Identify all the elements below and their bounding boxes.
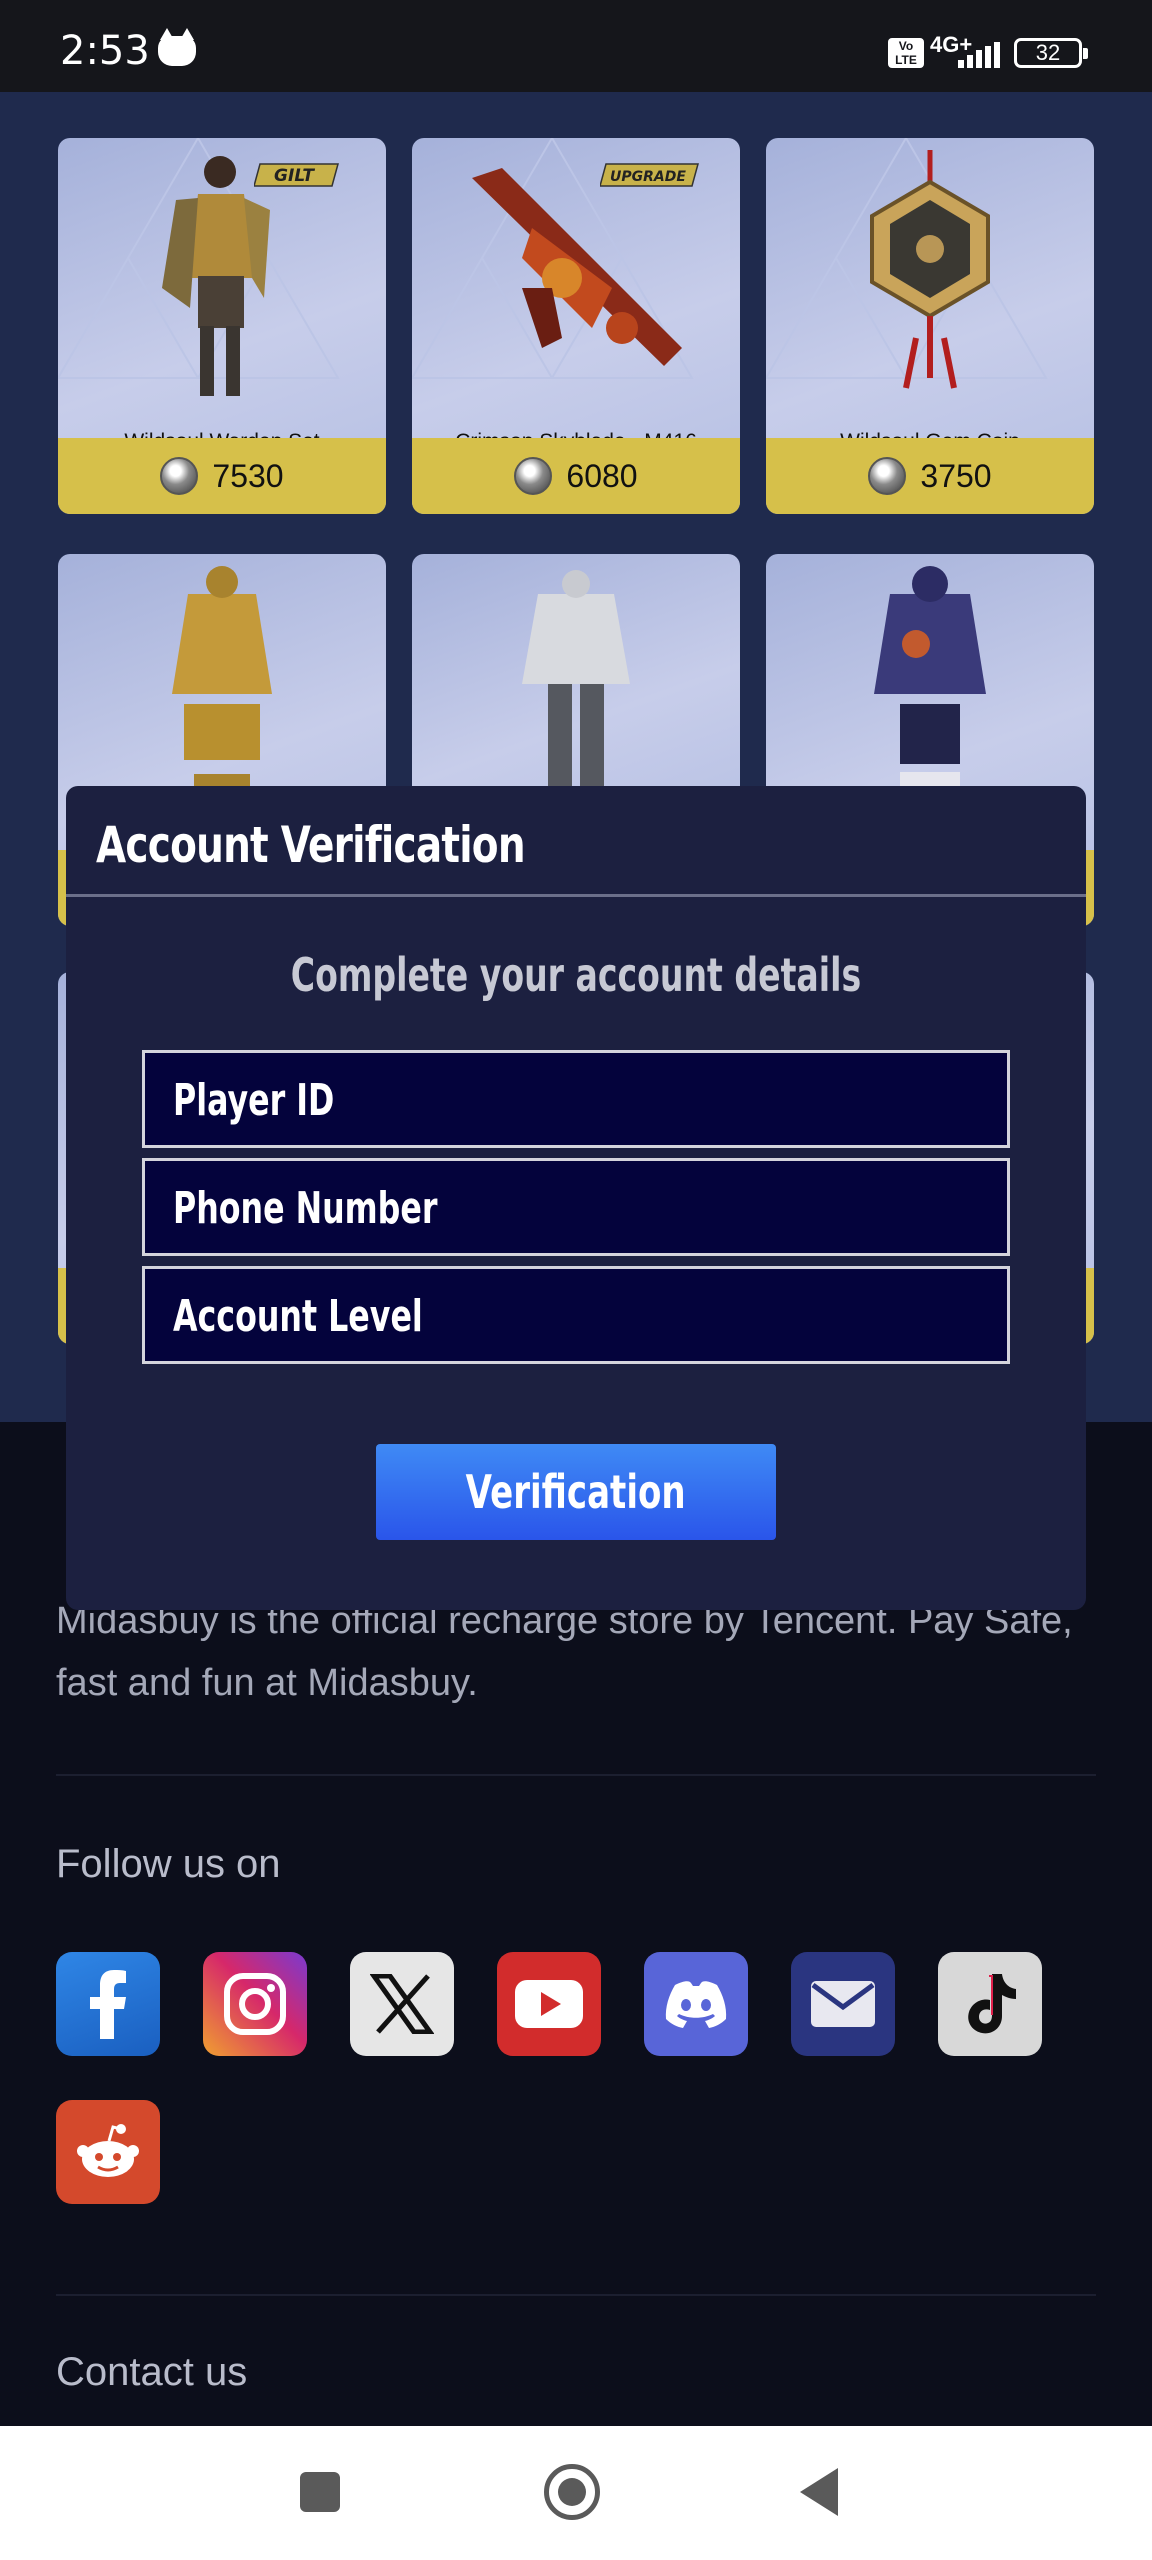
gilt-badge-icon: GILT — [254, 163, 339, 187]
follow-label: Follow us on — [56, 1842, 281, 1886]
status-bar: 2:53 Vo LTE 4G+ 32 — [0, 0, 1152, 92]
field-placeholder: Account Level — [173, 1291, 423, 1342]
home-button[interactable] — [544, 2464, 600, 2520]
gem-coin-image — [766, 138, 1048, 389]
field-placeholder: Player ID — [173, 1075, 335, 1126]
store-item-card[interactable]: Wildsoul Gem Coin 3750 — [766, 138, 1094, 514]
store-item-card[interactable]: GILT Wildsoul Warden Set 7530 — [58, 138, 386, 514]
uc-coin-icon — [160, 457, 199, 495]
cat-notification-icon — [158, 28, 196, 66]
dialog-divider — [66, 894, 1086, 897]
signal-icon — [958, 42, 1000, 68]
battery-icon: 32 — [1014, 38, 1088, 68]
field-placeholder: Phone Number — [173, 1183, 438, 1234]
divider — [56, 1774, 1096, 1776]
price-bar: 6080 — [412, 438, 740, 514]
volte-icon: Vo LTE — [888, 38, 924, 68]
clock: 2:53 — [60, 28, 150, 74]
tiktok-icon[interactable] — [938, 1952, 1042, 2056]
upgrade-badge-icon: UPGRADE — [600, 163, 699, 187]
system-nav-bar — [0, 2426, 1152, 2560]
account-verification-dialog: Account Verification Complete your accou… — [66, 786, 1086, 1610]
store-item-card[interactable]: UPGRADE Crimson Skyblade - M416 6080 — [412, 138, 740, 514]
uc-coin-icon — [868, 457, 907, 495]
item-badge: UPGRADE — [610, 169, 686, 185]
reddit-icon[interactable] — [56, 2100, 160, 2204]
x-icon[interactable] — [350, 1952, 454, 2056]
dialog-title: Account Verification — [96, 816, 526, 874]
price-bar: 3750 — [766, 438, 1094, 514]
item-price: 3750 — [920, 457, 992, 494]
player-id-field[interactable]: Player ID — [142, 1050, 1010, 1148]
divider — [56, 2294, 1096, 2296]
account-level-field[interactable]: Account Level — [142, 1266, 1010, 1364]
discord-icon[interactable] — [644, 1952, 748, 2056]
instagram-icon[interactable] — [203, 1952, 307, 2056]
verification-button-label: Verification — [466, 1465, 686, 1519]
item-badge: GILT — [274, 166, 315, 186]
email-icon[interactable] — [791, 1952, 895, 2056]
uc-coin-icon — [514, 457, 553, 495]
verification-button[interactable]: Verification — [376, 1444, 776, 1540]
back-button[interactable] — [800, 2468, 838, 2516]
item-price: 6080 — [566, 457, 638, 494]
phone-number-field[interactable]: Phone Number — [142, 1158, 1010, 1256]
facebook-icon[interactable] — [56, 1952, 160, 2056]
dialog-subtitle: Complete your account details — [290, 948, 862, 1002]
youtube-icon[interactable] — [497, 1952, 601, 2056]
contact-label: Contact us — [56, 2350, 248, 2394]
item-price: 7530 — [212, 457, 284, 494]
recents-button[interactable] — [300, 2472, 340, 2512]
price-bar: 7530 — [58, 438, 386, 514]
